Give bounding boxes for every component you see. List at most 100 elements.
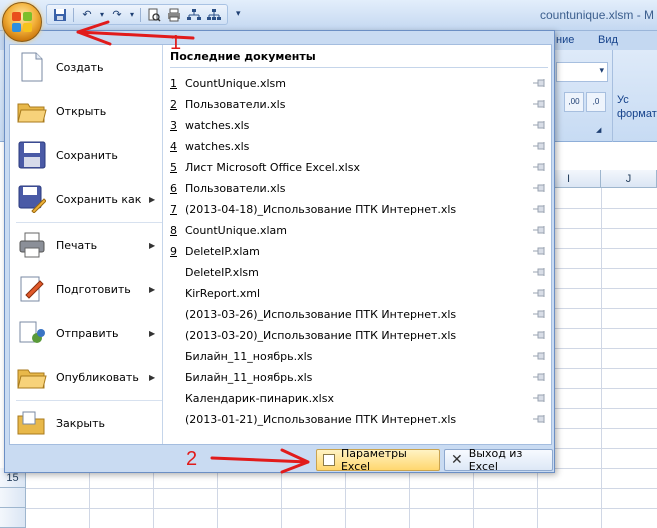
- conditional-format-group: Ус форматр: [612, 50, 657, 142]
- recent-document-item[interactable]: 3 watches.xls: [170, 115, 550, 136]
- recent-document-name: watches.xls: [185, 119, 250, 132]
- row-header[interactable]: [0, 508, 26, 528]
- pin-icon[interactable]: [533, 393, 547, 403]
- recent-document-item[interactable]: 5 Лист Microsoft Office Excel.xlsx: [170, 157, 550, 178]
- annotation-label-1: 1: [170, 32, 182, 54]
- recent-document-item[interactable]: 1 CountUnique.xlsm: [170, 73, 550, 94]
- menu-item-prepare[interactable]: Подготовить ▶: [10, 267, 163, 311]
- pin-icon[interactable]: [533, 288, 547, 298]
- recent-document-item[interactable]: 7 (2013-04-18)_Использование ПТК Интернет…: [170, 199, 550, 220]
- menu-item-publish[interactable]: Опубликовать ▶: [10, 355, 163, 399]
- menu-item-open[interactable]: Открыть: [10, 89, 163, 133]
- pin-icon[interactable]: [533, 225, 547, 235]
- exit-excel-label: Выход из Excel: [468, 447, 523, 473]
- menu-item-send[interactable]: Отправить ▶: [10, 311, 163, 355]
- increase-decimal-button[interactable]: ,00: [564, 92, 584, 112]
- pin-icon[interactable]: [533, 330, 547, 340]
- grid-line: [601, 188, 602, 528]
- recent-document-name: (2013-04-18)_Использование ПТК Интернет.…: [185, 203, 457, 216]
- menu-item-label: Закрыть: [56, 416, 105, 430]
- menu-item-label: Печать: [56, 238, 98, 252]
- pin-icon[interactable]: [533, 246, 547, 256]
- submenu-arrow-icon: ▶: [149, 240, 156, 250]
- pin-icon[interactable]: [533, 99, 547, 109]
- pin-icon[interactable]: [533, 309, 547, 319]
- menu-item-label: Открыть: [56, 104, 107, 118]
- recent-document-name: DeleteIP.xlam: [185, 245, 260, 258]
- column-header-j[interactable]: J: [601, 170, 657, 188]
- menu-item-save-as[interactable]: Сохранить как ▶: [10, 177, 163, 221]
- recent-document-item[interactable]: 8 CountUnique.xlam: [170, 220, 550, 241]
- recent-document-number: 2: [170, 98, 177, 111]
- exit-excel-button[interactable]: ✕ Выход из Excel: [444, 447, 553, 473]
- recent-documents-panel: Последние документы 1 CountUnique.xlsm 2 По…: [164, 45, 551, 444]
- tab-view[interactable]: Вид: [598, 34, 618, 46]
- tab-partial[interactable]: ние: [556, 34, 574, 46]
- menu-item-label: Создать: [56, 60, 104, 74]
- office-menu-panel: Создать Открыть Сохранить Сохранить как: [9, 44, 552, 445]
- dialog-launcher-icon[interactable]: ◢: [596, 126, 604, 134]
- pin-icon[interactable]: [533, 141, 547, 151]
- menu-item-save[interactable]: Сохранить: [10, 133, 163, 177]
- submenu-arrow-icon: ▶: [149, 284, 156, 294]
- decrease-decimal-button[interactable]: ,0: [586, 92, 606, 112]
- org-chart-icon[interactable]: [205, 6, 223, 23]
- pin-icon[interactable]: [533, 351, 547, 361]
- recent-document-item[interactable]: Календарик-пинарик.xlsx: [170, 388, 550, 409]
- pin-icon[interactable]: [533, 78, 547, 88]
- header-divider: [170, 67, 548, 68]
- recent-document-number: 7: [170, 203, 177, 216]
- close-icon: ✕: [451, 452, 463, 468]
- annotation-arrow-2: [210, 448, 310, 474]
- recent-document-name: (2013-03-20)_Использование ПТК Интернет.…: [185, 329, 457, 342]
- pin-icon[interactable]: [533, 120, 547, 130]
- menu-item-close[interactable]: Закрыть: [10, 401, 163, 445]
- recent-document-name: (2013-03-26)_Использование ПТК Интернет.…: [185, 308, 457, 321]
- office-button[interactable]: [2, 2, 42, 42]
- menu-item-print[interactable]: Печать ▶: [10, 223, 163, 267]
- grid-line: [26, 488, 657, 489]
- recent-document-name: Пользователи.xls: [185, 98, 286, 111]
- pin-icon[interactable]: [533, 414, 547, 424]
- row-header[interactable]: [0, 488, 26, 508]
- menu-item-label: Сохранить: [56, 148, 118, 162]
- office-menu-commands: Создать Открыть Сохранить Сохранить как: [10, 45, 163, 444]
- recent-document-item[interactable]: 4 watches.xls: [170, 136, 550, 157]
- ribbon-side-label: форматр: [617, 108, 657, 120]
- submenu-arrow-icon: ▶: [149, 328, 156, 338]
- pin-icon[interactable]: [533, 267, 547, 277]
- excel-options-button[interactable]: Параметры Excel: [316, 447, 440, 473]
- recent-document-name: (2013-01-21)_Использование ПТК Интернет.…: [185, 413, 457, 426]
- pin-icon[interactable]: [533, 204, 547, 214]
- recent-document-number: 6: [170, 182, 177, 195]
- recent-document-name: Билайн_11_ноябрь.xls: [185, 371, 313, 384]
- recent-document-item[interactable]: 9 DeleteIP.xlam: [170, 241, 550, 262]
- recent-document-number: 8: [170, 224, 177, 237]
- pin-icon[interactable]: [533, 372, 547, 382]
- customize-qat-icon[interactable]: ▾: [236, 8, 241, 19]
- menu-item-label: Сохранить как: [56, 192, 142, 206]
- recent-document-item[interactable]: (2013-01-21)_Использование ПТК Интернет.…: [170, 409, 550, 430]
- recent-document-name: DeleteIP.xlsm: [185, 266, 259, 279]
- recent-document-name: Календарик-пинарик.xlsx: [185, 392, 334, 405]
- recent-document-item[interactable]: (2013-03-26)_Использование ПТК Интернет.…: [170, 304, 550, 325]
- menu-item-label: Опубликовать: [56, 370, 139, 384]
- save-as-icon: [17, 184, 47, 214]
- close-folder-icon: [17, 408, 47, 438]
- pin-icon[interactable]: [533, 183, 547, 193]
- recent-document-item[interactable]: (2013-03-20)_Использование ПТК Интернет.…: [170, 325, 550, 346]
- recent-document-item[interactable]: DeleteIP.xlsm: [170, 262, 550, 283]
- recent-document-item[interactable]: Билайн_11_ноябрь.xls: [170, 367, 550, 388]
- recent-document-item[interactable]: Билайн_11_ноябрь.xls: [170, 346, 550, 367]
- recent-document-item[interactable]: KirReport.xml: [170, 283, 550, 304]
- recent-document-number: 9: [170, 245, 177, 258]
- menu-item-label: Подготовить: [56, 282, 131, 296]
- recent-document-name: Лист Microsoft Office Excel.xlsx: [185, 161, 360, 174]
- prepare-icon: [17, 274, 47, 304]
- pin-icon[interactable]: [533, 162, 547, 172]
- number-format-dropdown[interactable]: [556, 62, 608, 82]
- recent-document-name: watches.xls: [185, 140, 250, 153]
- recent-document-name: CountUnique.xlam: [185, 224, 287, 237]
- recent-document-item[interactable]: 2 Пользователи.xls: [170, 94, 550, 115]
- recent-document-item[interactable]: 6 Пользователи.xls: [170, 178, 550, 199]
